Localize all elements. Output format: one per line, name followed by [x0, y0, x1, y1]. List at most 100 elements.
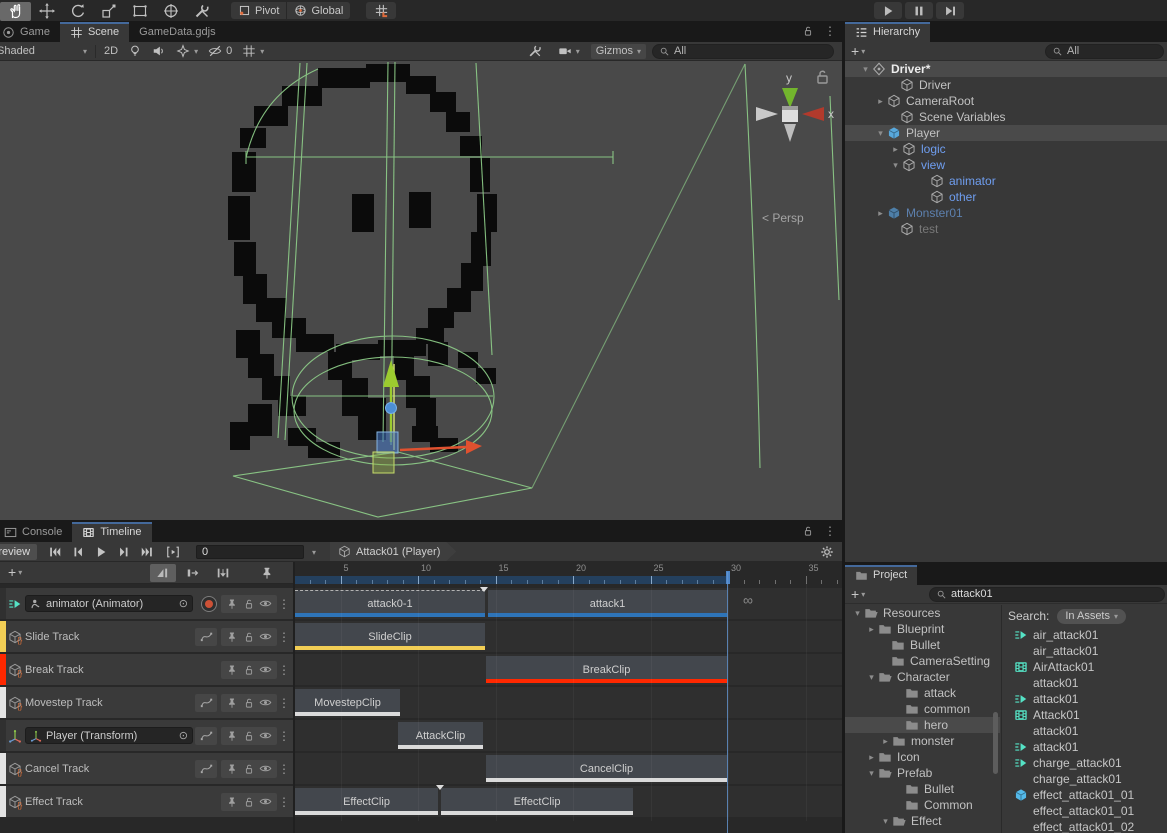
panel-menu-icon[interactable]: ⋮ — [824, 24, 836, 38]
hierarchy-item[interactable]: other — [845, 189, 1167, 205]
tab-hierarchy[interactable]: Hierarchy — [845, 22, 930, 42]
hierarchy-item[interactable]: test — [845, 221, 1167, 237]
2d-toggle[interactable]: 2D — [99, 42, 123, 61]
clip-marker-icon[interactable] — [480, 587, 488, 592]
scale-tool-button[interactable] — [93, 2, 124, 21]
scene-tools-button[interactable] — [523, 42, 547, 61]
tab-console[interactable]: Console — [0, 522, 72, 542]
gizmos-dropdown[interactable]: Gizmos▾ — [591, 44, 646, 59]
timeline-track-header[interactable]: {} Movestep Track ⋮ — [0, 687, 293, 718]
scene-camera-dropdown[interactable]: ▾ — [553, 42, 585, 61]
project-folder-item[interactable]: Bullet — [845, 637, 1000, 653]
disclosure-arrow-icon[interactable]: ▸ — [874, 96, 887, 107]
frame-counter-input[interactable] — [196, 545, 304, 559]
preview-toggle[interactable]: Preview — [0, 544, 37, 560]
project-folder-item[interactable]: ▾ Character — [845, 669, 1000, 685]
project-folder-item[interactable]: ▸ Blueprint — [845, 621, 1000, 637]
track-menu-icon[interactable]: ⋮ — [278, 663, 290, 677]
search-result-item[interactable]: charge_attack01 — [1002, 755, 1167, 771]
audio-toggle[interactable] — [147, 42, 171, 61]
project-folder-item[interactable]: ▸ monster — [845, 733, 1000, 749]
object-picker-icon[interactable]: ⊙ — [179, 729, 188, 742]
unlock-icon[interactable] — [802, 25, 814, 37]
play-button[interactable] — [874, 2, 902, 19]
track-binding-field[interactable]: Player (Transform) ⊙ — [25, 727, 193, 744]
frame-dropdown-icon[interactable]: ▾ — [312, 548, 316, 557]
search-result-item[interactable]: effect_attack01_02 — [1002, 819, 1167, 833]
mute-pin-icon[interactable] — [226, 697, 238, 709]
tab-gamedata[interactable]: GameData.gdjs — [129, 22, 225, 42]
hand-tool-button[interactable] — [0, 2, 31, 21]
mute-pin-icon[interactable] — [226, 664, 238, 676]
disclosure-arrow-icon[interactable]: ▾ — [865, 768, 878, 779]
mix-mode-button[interactable] — [150, 564, 176, 582]
search-result-item[interactable]: air_attack01 — [1002, 643, 1167, 659]
mute-pin-icon[interactable] — [226, 796, 238, 808]
mute-pin-icon[interactable] — [226, 763, 238, 775]
disclosure-arrow-icon[interactable]: ▾ — [879, 816, 892, 827]
timeline-clip[interactable]: EffectClip — [441, 788, 633, 815]
previous-frame-button[interactable] — [67, 544, 88, 560]
disclosure-arrow-icon[interactable]: ▸ — [874, 208, 887, 219]
pause-button[interactable] — [905, 2, 933, 19]
curves-view-button[interactable] — [195, 694, 217, 712]
lighting-toggle[interactable] — [123, 42, 147, 61]
mute-pin-icon[interactable] — [226, 598, 238, 610]
mute-pin-icon[interactable] — [226, 631, 238, 643]
track-menu-icon[interactable]: ⋮ — [278, 795, 290, 809]
timeline-clip[interactable]: CancelClip — [486, 755, 727, 782]
disclosure-arrow-icon[interactable]: ▾ — [859, 64, 872, 75]
track-menu-icon[interactable]: ⋮ — [278, 762, 290, 776]
timeline-play-button[interactable] — [90, 544, 111, 560]
disclosure-arrow-icon[interactable]: ▾ — [874, 128, 887, 139]
project-folder-item[interactable]: Common — [845, 797, 1000, 813]
record-button[interactable] — [201, 596, 217, 612]
eye-icon[interactable] — [259, 630, 272, 643]
hierarchy-item[interactable]: ▸ CameraRoot — [845, 93, 1167, 109]
search-result-item[interactable]: effect_attack01_01 — [1002, 803, 1167, 819]
disclosure-arrow-icon[interactable]: ▸ — [865, 624, 878, 635]
go-to-start-button[interactable] — [44, 544, 65, 560]
tree-scrollbar-thumb[interactable] — [993, 712, 998, 774]
track-menu-icon[interactable]: ⋮ — [278, 729, 290, 743]
timeline-clip[interactable]: SlideClip — [295, 623, 485, 650]
hierarchy-item[interactable]: ▸ Monster01 — [845, 205, 1167, 221]
project-search-input[interactable] — [951, 588, 1158, 600]
lock-icon[interactable] — [243, 631, 255, 643]
go-to-end-button[interactable] — [136, 544, 157, 560]
lock-icon[interactable] — [243, 730, 255, 742]
hierarchy-item[interactable]: ▾ Driver* — [845, 61, 1167, 77]
scene-viewport[interactable]: y x < Persp — [0, 61, 842, 520]
transform-tool-button[interactable] — [155, 2, 186, 21]
project-folder-item[interactable]: ▸ Icon — [845, 749, 1000, 765]
grid-visibility-dropdown[interactable]: ▾ — [237, 42, 269, 61]
search-result-item[interactable]: AirAttack01 — [1002, 659, 1167, 675]
timeline-clip[interactable]: AttackClip — [398, 722, 483, 749]
curves-view-button[interactable] — [195, 760, 217, 778]
grid-snap-toggle[interactable] — [366, 2, 396, 19]
curves-view-button[interactable] — [195, 727, 217, 745]
project-folder-item[interactable]: ▾ Effect — [845, 813, 1000, 829]
search-result-item[interactable]: attack01 — [1002, 723, 1167, 739]
tab-timeline[interactable]: Timeline — [72, 522, 151, 542]
timeline-track-header[interactable]: {} Cancel Track ⋮ — [0, 753, 293, 784]
add-track-button[interactable]: +▾ — [2, 564, 28, 580]
hierarchy-item[interactable]: ▸ logic — [845, 141, 1167, 157]
project-folder-item[interactable]: hero — [845, 717, 1000, 733]
timeline-track-header[interactable]: Player (Transform) ⊙ ⋮ — [0, 720, 293, 751]
project-folder-item[interactable]: Bullet — [845, 781, 1000, 797]
step-button[interactable] — [936, 2, 964, 19]
mute-pin-icon[interactable] — [226, 730, 238, 742]
rect-tool-button[interactable] — [124, 2, 155, 21]
project-folder-item[interactable]: common — [845, 701, 1000, 717]
search-result-item[interactable]: effect_attack01_01 — [1002, 787, 1167, 803]
timeline-clip[interactable]: BreakClip — [486, 656, 727, 683]
search-result-item[interactable]: air_attack01 — [1002, 627, 1167, 643]
eye-icon[interactable] — [259, 729, 272, 742]
scene-search-input[interactable] — [674, 45, 827, 57]
timeline-clips-area[interactable]: attack0-1 attack1 SlideClip BreakClip Mo… — [295, 588, 842, 821]
timeline-track-header[interactable]: {} Slide Track ⋮ — [0, 621, 293, 652]
search-result-item[interactable]: charge_attack01 — [1002, 771, 1167, 787]
hierarchy-item[interactable]: animator — [845, 173, 1167, 189]
timeline-clip[interactable]: attack1 — [488, 590, 727, 617]
